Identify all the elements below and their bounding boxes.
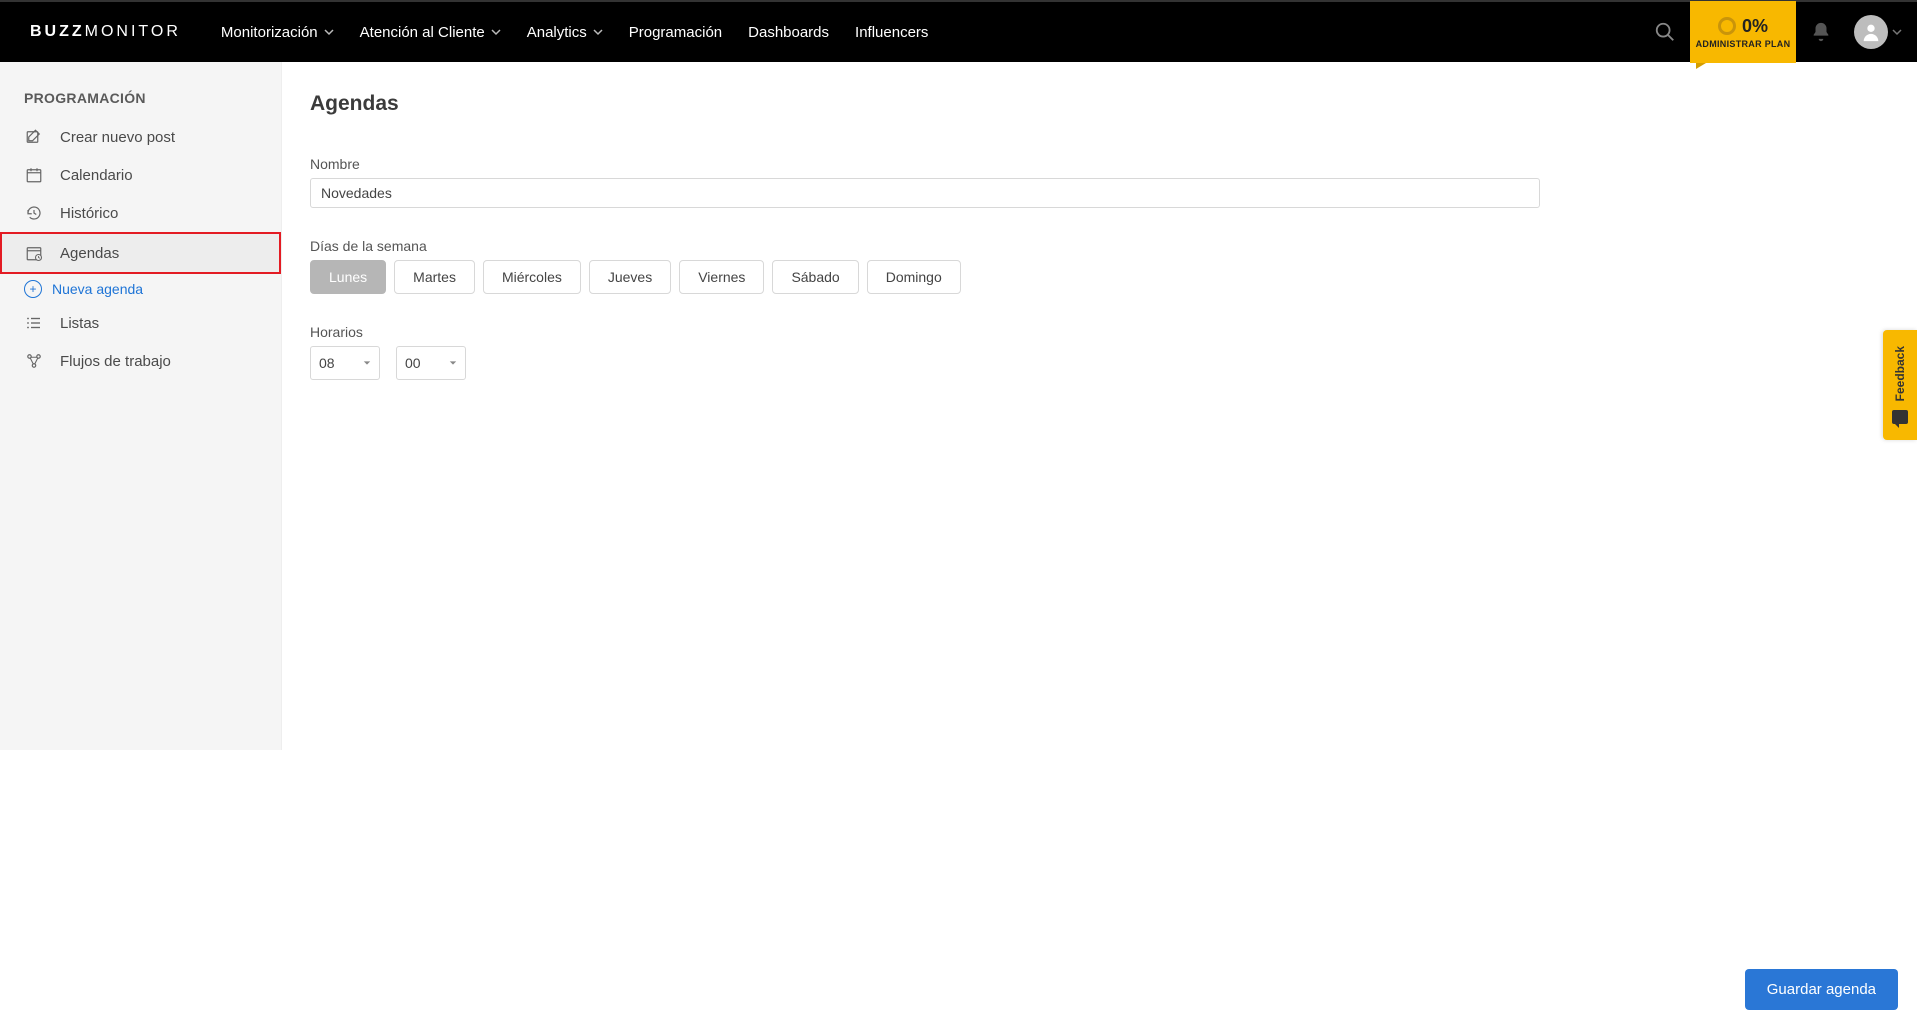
nav-influencers[interactable]: Influencers bbox=[855, 24, 928, 41]
sidebar-item-workflows[interactable]: Flujos de trabajo bbox=[0, 342, 281, 380]
day-lunes[interactable]: Lunes bbox=[310, 260, 386, 294]
day-martes[interactable]: Martes bbox=[394, 260, 475, 294]
sidebar-item-label: Nueva agenda bbox=[52, 281, 143, 297]
sidebar-item-label: Calendario bbox=[60, 167, 133, 184]
sidebar-item-calendar[interactable]: Calendario bbox=[0, 156, 281, 194]
sidebar-item-label: Agendas bbox=[60, 245, 119, 262]
progress-ring-icon bbox=[1718, 17, 1736, 35]
days-label: Días de la semana bbox=[310, 238, 1898, 254]
nav-dashboards[interactable]: Dashboards bbox=[748, 24, 829, 41]
day-sabado[interactable]: Sábado bbox=[772, 260, 858, 294]
nav-atencion-cliente[interactable]: Atención al Cliente bbox=[360, 24, 501, 41]
nav-analytics[interactable]: Analytics bbox=[527, 24, 603, 41]
layout: PROGRAMACIÓN Crear nuevo post Calendario… bbox=[0, 62, 1917, 750]
plan-label: ADMINISTRAR PLAN bbox=[1696, 39, 1791, 49]
minute-select[interactable]: 00 bbox=[396, 346, 466, 380]
logo[interactable]: BUZZMONITOR bbox=[20, 23, 181, 41]
compose-icon bbox=[24, 128, 44, 146]
sidebar-item-new-agenda[interactable]: + Nueva agenda bbox=[0, 274, 281, 304]
sidebar-item-label: Histórico bbox=[60, 205, 118, 222]
day-domingo[interactable]: Domingo bbox=[867, 260, 961, 294]
feedback-label: Feedback bbox=[1893, 346, 1907, 401]
hours-label: Horarios bbox=[310, 324, 1898, 340]
name-section: Nombre bbox=[310, 156, 1898, 208]
nav-label: Analytics bbox=[527, 24, 587, 41]
nav-label: Influencers bbox=[855, 24, 928, 41]
sidebar-item-new-post[interactable]: Crear nuevo post bbox=[0, 118, 281, 156]
bell-icon[interactable] bbox=[1796, 1, 1846, 63]
sidebar-item-label: Listas bbox=[60, 315, 99, 332]
nav-monitorizacion[interactable]: Monitorización bbox=[221, 24, 334, 41]
sidebar: PROGRAMACIÓN Crear nuevo post Calendario… bbox=[0, 62, 282, 750]
search-icon[interactable] bbox=[1640, 1, 1690, 63]
minute-value: 00 bbox=[405, 355, 421, 371]
days-section: Días de la semana Lunes Martes Miércoles… bbox=[310, 238, 1898, 294]
day-jueves[interactable]: Jueves bbox=[589, 260, 671, 294]
topbar-right: 0% ADMINISTRAR PLAN bbox=[1640, 1, 1917, 63]
sidebar-item-label: Crear nuevo post bbox=[60, 129, 175, 146]
nav-label: Dashboards bbox=[748, 24, 829, 41]
hour-select[interactable]: 08 bbox=[310, 346, 380, 380]
user-menu[interactable] bbox=[1846, 1, 1917, 63]
sidebar-item-lists[interactable]: Listas bbox=[0, 304, 281, 342]
nav-label: Monitorización bbox=[221, 24, 318, 41]
topnav: Monitorización Atención al Cliente Analy… bbox=[221, 24, 928, 41]
list-icon bbox=[24, 314, 44, 332]
save-agenda-button[interactable]: Guardar agenda bbox=[1745, 969, 1898, 1010]
nav-label: Programación bbox=[629, 24, 722, 41]
hour-value: 08 bbox=[319, 355, 335, 371]
day-miercoles[interactable]: Miércoles bbox=[483, 260, 581, 294]
logo-text: BUZZMONITOR bbox=[30, 23, 181, 41]
chevron-down-icon bbox=[1892, 27, 1902, 37]
calendar-icon bbox=[24, 166, 44, 184]
chat-icon bbox=[1892, 410, 1908, 424]
feedback-tab[interactable]: Feedback bbox=[1883, 330, 1917, 440]
sidebar-item-label: Flujos de trabajo bbox=[60, 353, 171, 370]
topbar: BUZZMONITOR Monitorización Atención al C… bbox=[0, 0, 1917, 62]
chevron-down-icon bbox=[593, 27, 603, 37]
page-title: Agendas bbox=[310, 92, 1898, 116]
avatar-icon bbox=[1854, 15, 1888, 49]
days-row: Lunes Martes Miércoles Jueves Viernes Sá… bbox=[310, 260, 1898, 294]
agenda-icon bbox=[24, 244, 44, 262]
caret-down-icon bbox=[449, 359, 457, 367]
day-viernes[interactable]: Viernes bbox=[679, 260, 764, 294]
sidebar-item-history[interactable]: Histórico bbox=[0, 194, 281, 232]
plan-badge[interactable]: 0% ADMINISTRAR PLAN bbox=[1690, 1, 1796, 63]
sidebar-title: PROGRAMACIÓN bbox=[0, 90, 281, 118]
chevron-down-icon bbox=[491, 27, 501, 37]
nav-label: Atención al Cliente bbox=[360, 24, 485, 41]
history-icon bbox=[24, 204, 44, 222]
name-input[interactable] bbox=[310, 178, 1540, 208]
plus-circle-icon: + bbox=[24, 280, 42, 298]
main-content: Agendas Nombre Días de la semana Lunes M… bbox=[282, 62, 1917, 750]
nav-programacion[interactable]: Programación bbox=[629, 24, 722, 41]
sidebar-item-agendas[interactable]: Agendas bbox=[0, 232, 281, 274]
name-label: Nombre bbox=[310, 156, 1898, 172]
footer-spacer: Guardar agenda bbox=[310, 410, 1898, 720]
chevron-down-icon bbox=[324, 27, 334, 37]
hours-section: Horarios 08 00 bbox=[310, 324, 1898, 380]
workflow-icon bbox=[24, 352, 44, 370]
plan-percent: 0% bbox=[1742, 16, 1768, 37]
time-row: 08 00 bbox=[310, 346, 1898, 380]
caret-down-icon bbox=[363, 359, 371, 367]
